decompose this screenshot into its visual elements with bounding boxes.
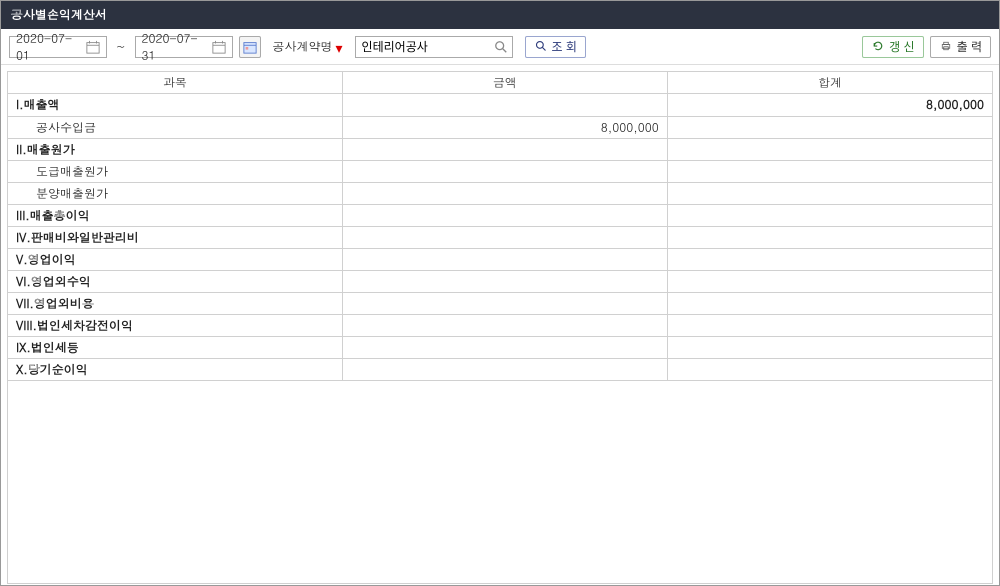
table-row[interactable]: 도급매출원가 [8, 160, 992, 182]
contract-name-input[interactable] [355, 36, 513, 58]
header-row: 과목 금액 합계 [8, 72, 993, 94]
date-to-input[interactable]: 2020-07-31 [135, 36, 233, 58]
item-cell: 도급매출원가 [8, 160, 343, 182]
table-row[interactable]: IX.법인세등 [8, 336, 992, 358]
grid-header-table: 과목 금액 합계 [7, 71, 993, 94]
date-to-value: 2020-07-31 [142, 30, 212, 64]
field-label-group: 공사계약명 ▾ [273, 37, 343, 57]
total-cell: 8,000,000 [667, 94, 992, 116]
titlebar: 공사별손익계산서 [1, 1, 999, 29]
table-row[interactable]: 분양매출원가 [8, 182, 992, 204]
item-cell: IV.판매비와일반관리비 [8, 226, 343, 248]
lookup-button[interactable]: 조 회 [525, 36, 586, 58]
item-cell: VIII.법인세차감전이익 [8, 314, 343, 336]
item-cell: VI.영업외수익 [8, 270, 343, 292]
field-label: 공사계약명 [273, 38, 333, 55]
amount-cell [343, 226, 668, 248]
grid-body-table: I.매출액8,000,000공사수입금8,000,000II.매출원가도급매출원… [8, 94, 992, 381]
amount-cell [343, 160, 668, 182]
grid-body[interactable]: I.매출액8,000,000공사수입금8,000,000II.매출원가도급매출원… [7, 94, 993, 584]
amount-cell [343, 182, 668, 204]
table-row[interactable]: X.당기순이익 [8, 358, 992, 380]
window-title: 공사별손익계산서 [11, 6, 107, 23]
grid-container: 과목 금액 합계 I.매출액8,000,000공사수입금8,000,000II.… [1, 65, 999, 584]
total-cell [667, 226, 992, 248]
amount-cell [343, 138, 668, 160]
date-from-input[interactable]: 2020-07-01 [9, 36, 107, 58]
table-row[interactable]: VI.영업외수익 [8, 270, 992, 292]
item-cell: III.매출총이익 [8, 204, 343, 226]
col-header-amount: 금액 [342, 72, 667, 94]
table-row[interactable]: IV.판매비와일반관리비 [8, 226, 992, 248]
date-range-separator: ~ [113, 38, 129, 55]
toolbar: 2020-07-01 ~ 2020-07-31 공사계약명 ▾ [1, 29, 999, 65]
print-button-label: 출 력 [957, 38, 982, 55]
total-cell [667, 204, 992, 226]
calendar-icon[interactable] [212, 40, 226, 54]
search-icon [534, 40, 548, 54]
calendar-popup-button[interactable] [239, 36, 261, 58]
calendar-icon[interactable] [86, 40, 100, 54]
date-from-value: 2020-07-01 [16, 30, 86, 64]
total-cell [667, 336, 992, 358]
required-indicator-icon: ▾ [336, 37, 343, 57]
total-cell [667, 248, 992, 270]
item-cell: V.영업이익 [8, 248, 343, 270]
col-header-total: 합계 [667, 72, 992, 94]
table-row[interactable]: VIII.법인세차감전이익 [8, 314, 992, 336]
amount-cell [343, 292, 668, 314]
total-cell [667, 182, 992, 204]
total-cell [667, 314, 992, 336]
amount-cell [343, 336, 668, 358]
print-button[interactable]: 출 력 [930, 36, 991, 58]
amount-cell [343, 270, 668, 292]
item-cell: X.당기순이익 [8, 358, 343, 380]
refresh-button-label: 갱 신 [889, 38, 914, 55]
total-cell [667, 138, 992, 160]
refresh-button[interactable]: 갱 신 [862, 36, 923, 58]
search-box [355, 36, 513, 58]
app-window: 공사별손익계산서 2020-07-01 ~ 2020-07-31 공사계약명 ▾ [0, 0, 1000, 586]
item-cell: 공사수입금 [8, 116, 343, 138]
table-row[interactable]: V.영업이익 [8, 248, 992, 270]
table-row[interactable]: I.매출액 8,000,000 [8, 94, 992, 116]
amount-cell [343, 248, 668, 270]
table-row[interactable]: VII.영업외비용 [8, 292, 992, 314]
table-row[interactable]: II.매출원가 [8, 138, 992, 160]
table-row[interactable]: III.매출총이익 [8, 204, 992, 226]
search-icon[interactable] [493, 39, 509, 55]
amount-cell [343, 314, 668, 336]
col-header-item: 과목 [8, 72, 343, 94]
amount-cell [343, 358, 668, 380]
item-cell: I.매출액 [8, 94, 343, 116]
total-cell [667, 358, 992, 380]
total-cell [667, 292, 992, 314]
amount-cell [343, 204, 668, 226]
lookup-button-label: 조 회 [552, 38, 577, 55]
item-cell: 분양매출원가 [8, 182, 343, 204]
item-cell: II.매출원가 [8, 138, 343, 160]
refresh-icon [871, 40, 885, 54]
total-cell [667, 160, 992, 182]
table-row[interactable]: 공사수입금8,000,000 [8, 116, 992, 138]
amount-cell [343, 94, 668, 116]
print-icon [939, 40, 953, 54]
total-cell [667, 270, 992, 292]
amount-cell: 8,000,000 [343, 116, 668, 138]
total-cell [667, 116, 992, 138]
item-cell: IX.법인세등 [8, 336, 343, 358]
item-cell: VII.영업외비용 [8, 292, 343, 314]
